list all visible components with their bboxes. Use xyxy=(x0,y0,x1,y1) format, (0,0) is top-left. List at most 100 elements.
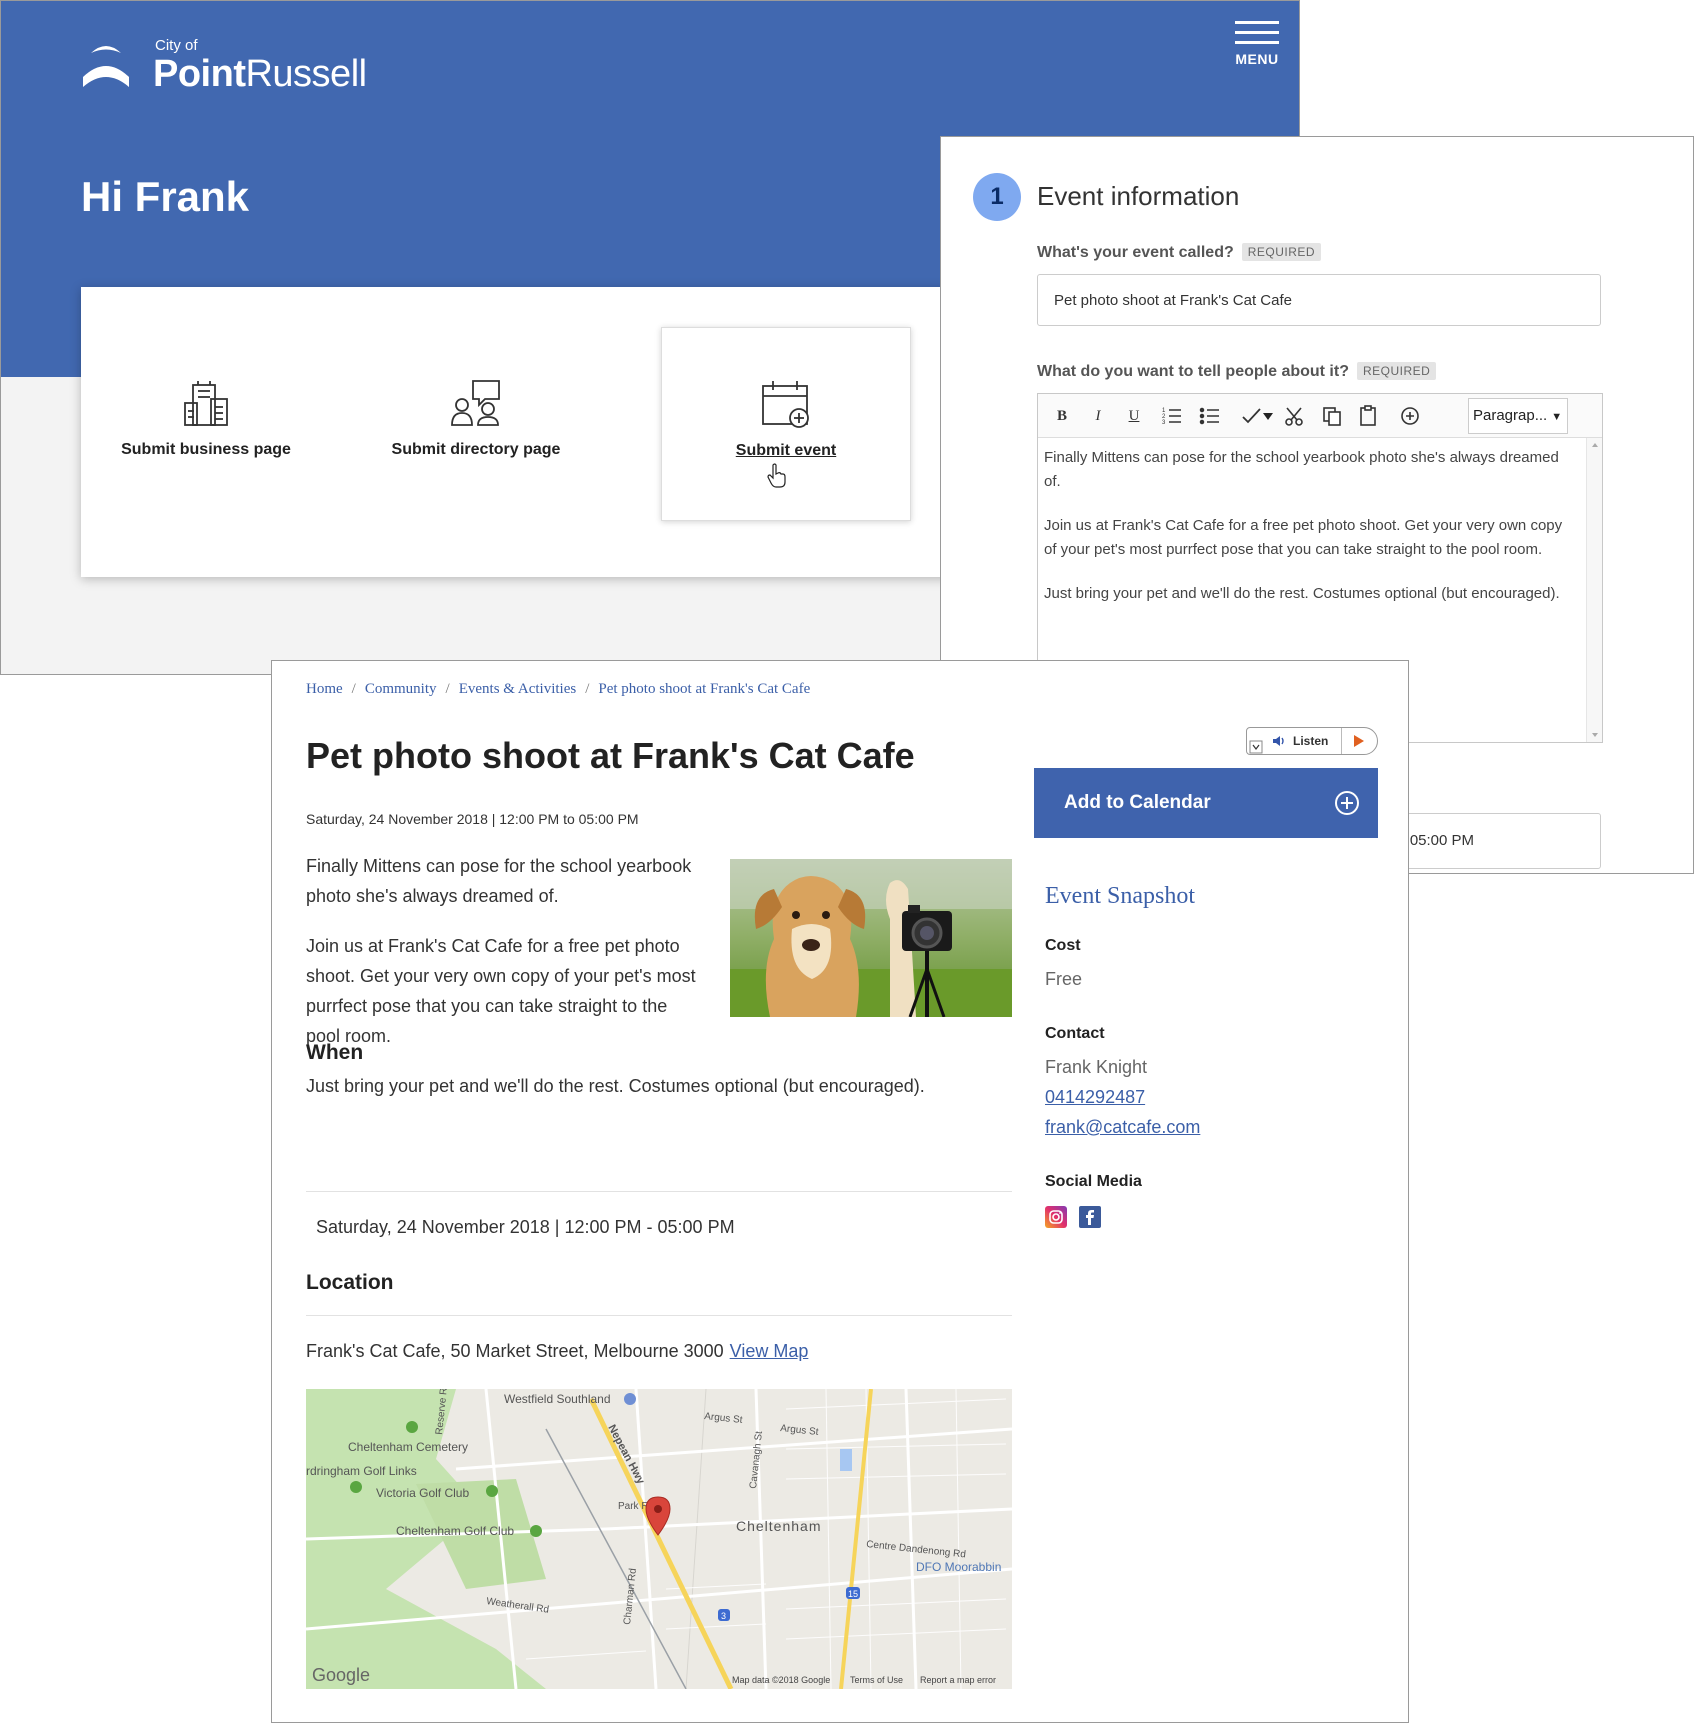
editor-content[interactable]: Finally Mittens can pose for the school … xyxy=(1044,446,1574,626)
map-terms-link[interactable]: Terms of Use xyxy=(850,1675,903,1685)
instagram-icon[interactable] xyxy=(1045,1206,1067,1228)
people-chat-icon xyxy=(451,380,500,426)
when-value: Saturday, 24 November 2018 | 12:00 PM - … xyxy=(316,1217,735,1237)
add-to-calendar-label: Add to Calendar xyxy=(1064,792,1211,813)
add-to-calendar-button[interactable]: Add to Calendar xyxy=(1034,768,1378,838)
step-title: Event information xyxy=(1037,181,1240,211)
logo-brand: PointRussell xyxy=(153,53,367,95)
listen-divider xyxy=(1341,728,1342,754)
italic-button[interactable]: I xyxy=(1086,404,1110,428)
map-label: Cheltenham xyxy=(736,1518,822,1534)
greeting-heading: Hi Frank xyxy=(81,173,250,220)
event-description-label: What do you want to tell people about it… xyxy=(1037,362,1437,381)
submit-business-tile[interactable]: Submit business page xyxy=(81,327,331,521)
social-media-label: Social Media xyxy=(1045,1173,1142,1190)
event-paragraph: Just bring your pet and we'll do the res… xyxy=(306,1076,925,1096)
divider xyxy=(306,1315,1012,1316)
cost-value: Free xyxy=(1045,969,1083,989)
location-heading: Location xyxy=(306,1271,394,1294)
bold-button[interactable]: B xyxy=(1050,404,1074,428)
breadcrumb-current[interactable]: Pet photo shoot at Frank's Cat Cafe xyxy=(598,681,810,697)
breadcrumb-separator: / xyxy=(351,681,356,697)
underline-button[interactable]: U xyxy=(1122,404,1146,428)
hamburger-bar xyxy=(1235,31,1279,34)
breadcrumb: Home / Community / Events & Activities / Pet p… xyxy=(306,681,810,698)
copy-icon[interactable] xyxy=(1320,404,1344,428)
location-map[interactable]: Westfield Southland Cheltenham Cemetery … xyxy=(306,1389,1012,1689)
breadcrumb-separator: / xyxy=(445,681,450,697)
event-name-label: What's your event called? REQUIRED xyxy=(1037,243,1322,262)
styles-icon[interactable] xyxy=(1398,404,1422,428)
event-paragraph: Join us at Frank's Cat Cafe for a free p… xyxy=(306,936,696,1046)
hand-pointer-icon xyxy=(767,463,786,488)
map-label: Victoria Golf Club xyxy=(376,1486,469,1500)
google-logo: Google xyxy=(312,1665,370,1685)
map-attribution: Map data ©2018 Google xyxy=(732,1675,830,1685)
divider xyxy=(306,1191,1012,1192)
speaker-icon xyxy=(1273,736,1284,746)
scroll-down-icon[interactable] xyxy=(1588,730,1602,740)
route-shield-label: 3 xyxy=(721,1611,726,1621)
menu-label: MENU xyxy=(1235,51,1279,67)
required-badge: REQUIRED xyxy=(1241,243,1322,261)
dog-camera-photo xyxy=(730,859,1012,1017)
buildings-icon xyxy=(184,381,228,426)
hamburger-bar xyxy=(1235,41,1279,44)
scroll-up-icon[interactable] xyxy=(1588,440,1602,450)
breadcrumb-home[interactable]: Home xyxy=(306,681,343,697)
submit-event-tile[interactable]: Submit event xyxy=(661,327,911,521)
map-label: Park R xyxy=(618,1501,649,1512)
location-value: Frank's Cat Cafe, 50 Market Street, Melb… xyxy=(306,1341,809,1361)
chevron-down-icon[interactable] xyxy=(1260,404,1276,428)
plus-circle-icon xyxy=(1335,791,1359,815)
view-map-link[interactable]: View Map xyxy=(730,1341,809,1361)
when-heading: When xyxy=(306,1041,364,1064)
play-icon[interactable] xyxy=(1351,734,1365,748)
breadcrumb-events[interactable]: Events & Activities xyxy=(459,681,577,697)
cut-icon[interactable] xyxy=(1282,404,1306,428)
event-paragraph: Finally Mittens can pose for the school … xyxy=(306,856,692,906)
editor-paragraph: Just bring your pet and we'll do the res… xyxy=(1044,585,1560,602)
map-label: DFO Moorabbin xyxy=(916,1560,1001,1574)
bullet-list-icon[interactable] xyxy=(1198,404,1222,428)
contact-label: Contact xyxy=(1045,1025,1105,1042)
listen-label: Listen xyxy=(1293,734,1329,748)
page-title: Pet photo shoot at Frank's Cat Cafe xyxy=(306,735,915,776)
cost-label: Cost xyxy=(1045,937,1081,954)
menu-button[interactable]: MENU xyxy=(1233,21,1281,67)
chevron-down-icon: ▼ xyxy=(1551,411,1563,423)
facebook-icon[interactable] xyxy=(1079,1206,1101,1228)
event-page-panel: Home / Community / Events & Activities / Pet p… xyxy=(271,660,1409,1723)
editor-paragraph: Join us at Frank's Cat Cafe for a free p… xyxy=(1044,517,1563,558)
event-snapshot-heading: Event Snapshot xyxy=(1045,883,1195,909)
event-name-input[interactable] xyxy=(1037,274,1601,326)
route-shield-label: 15 xyxy=(848,1589,858,1599)
contact-phone-link[interactable]: 0414292487 xyxy=(1045,1087,1145,1108)
breadcrumb-separator: / xyxy=(585,681,590,697)
format-select[interactable]: Paragrap... ▼ xyxy=(1468,398,1568,434)
svg-text:3: 3 xyxy=(1162,420,1166,426)
ordered-list-icon[interactable]: 123 xyxy=(1160,404,1184,428)
editor-toolbar: B I U 123 Paragrap... ▼ xyxy=(1038,394,1602,438)
map-label: Cheltenham Golf Club xyxy=(396,1524,514,1538)
contact-email-link[interactable]: frank@catcafe.com xyxy=(1045,1117,1200,1138)
calendar-add-icon xyxy=(762,381,809,428)
event-description: Finally Mittens can pose for the school … xyxy=(306,851,706,1071)
submit-directory-tile[interactable]: Submit directory page xyxy=(351,327,601,521)
breadcrumb-community[interactable]: Community xyxy=(365,681,437,697)
editor-paragraph: Finally Mittens can pose for the school … xyxy=(1044,449,1559,490)
submit-event-label: Submit event xyxy=(735,442,837,459)
editor-scrollbar[interactable] xyxy=(1586,438,1602,742)
contact-name: Frank Knight xyxy=(1045,1057,1148,1077)
hamburger-icon xyxy=(1235,21,1279,24)
paste-word-icon[interactable] xyxy=(1356,404,1380,428)
listen-button[interactable]: Listen xyxy=(1246,727,1378,755)
map-report-link[interactable]: Report a map error xyxy=(920,1675,996,1685)
logo-arc-icon xyxy=(83,46,129,87)
chevron-down-icon[interactable] xyxy=(1249,740,1263,754)
required-badge: REQUIRED xyxy=(1356,362,1437,380)
shopping-pin-icon xyxy=(624,1393,636,1405)
map-label: Cheltenham Cemetery xyxy=(348,1440,468,1454)
map-label: Westfield Southland xyxy=(504,1392,611,1406)
step-number-badge: 1 xyxy=(973,173,1021,221)
